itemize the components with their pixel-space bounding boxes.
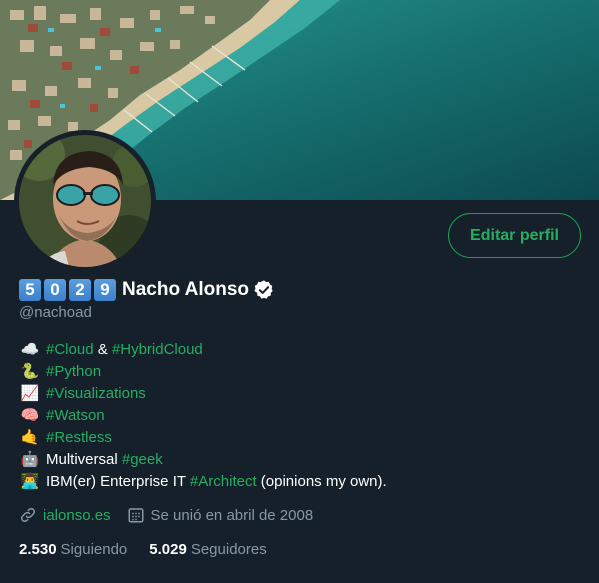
join-date: Se unió en abril de 2008 <box>150 506 314 524</box>
snake-icon: 🐍 <box>20 363 40 380</box>
avatar[interactable] <box>14 130 156 272</box>
edit-profile-button[interactable]: Editar perfil <box>448 213 581 258</box>
hashtag-link[interactable]: #geek <box>122 451 163 468</box>
bio-text: & <box>93 340 112 358</box>
profile-page: Editar perfil 5 0 2 9 Nacho Alonso @nach… <box>0 0 599 583</box>
verified-badge-icon <box>253 279 275 301</box>
followers-count: 5.029 <box>149 540 187 558</box>
bio-line: 🐍 #Python <box>19 360 579 382</box>
profile-stats: 2.530 Siguiendo 5.029 Seguidores <box>19 538 267 560</box>
hashtag-link[interactable]: #Watson <box>46 407 105 424</box>
hashtag-link[interactable]: #Visualizations <box>46 385 146 402</box>
bio-text: (opinions my own). <box>256 472 387 490</box>
following-stat[interactable]: 2.530 Siguiendo <box>19 541 127 558</box>
bio-line: 👨‍💻 IBM(er) Enterprise IT #Architect (op… <box>19 470 579 492</box>
bio-line: 🤙 #Restless <box>19 426 579 448</box>
profile-handle: @nachoad <box>19 304 92 321</box>
profile-name: 5 0 2 9 Nacho Alonso <box>19 277 275 303</box>
keycap-digit-9: 9 <box>94 279 116 301</box>
bio-line: 📈 #Visualizations <box>19 382 579 404</box>
keycap-digit-2: 2 <box>69 279 91 301</box>
following-label: Siguiendo <box>60 540 128 558</box>
technologist-icon: 👨‍💻 <box>20 473 40 490</box>
hashtag-link[interactable]: #Restless <box>46 429 112 446</box>
bio-line: ☁️ #Cloud & #HybridCloud <box>19 338 579 360</box>
hashtag-link[interactable]: #HybridCloud <box>112 341 203 358</box>
bio-line: 🤖 Multiversal #geek <box>19 448 579 470</box>
brain-icon: 🧠 <box>20 407 40 424</box>
following-count: 2.530 <box>19 540 57 558</box>
chart-increasing-icon: 📈 <box>20 385 40 402</box>
website-link[interactable]: ialonso.es <box>43 507 111 524</box>
bio-text: IBM(er) Enterprise IT <box>46 472 190 490</box>
call-me-hand-icon: 🤙 <box>20 429 40 446</box>
hashtag-link[interactable]: #Cloud <box>46 341 94 358</box>
robot-icon: 🤖 <box>20 451 40 468</box>
hashtag-link[interactable]: #Python <box>46 363 101 380</box>
keycap-digit-5: 5 <box>19 279 41 301</box>
cloud-icon: ☁️ <box>20 341 40 358</box>
profile-meta: ialonso.es Se unió en abril de 2008 <box>19 504 313 526</box>
bio-line: 🧠 #Watson <box>19 404 579 426</box>
keycap-digit-0: 0 <box>44 279 66 301</box>
calendar-icon <box>127 506 145 524</box>
followers-stat[interactable]: 5.029 Seguidores <box>149 541 266 558</box>
display-name: Nacho Alonso <box>122 279 250 300</box>
hashtag-link[interactable]: #Architect <box>190 473 257 490</box>
bio-text: Multiversal <box>46 450 122 468</box>
profile-bio: ☁️ #Cloud & #HybridCloud 🐍 #Python 📈 #Vi… <box>19 338 579 492</box>
followers-label: Seguidores <box>190 540 267 558</box>
avatar-image <box>19 135 151 267</box>
link-icon <box>19 506 37 524</box>
